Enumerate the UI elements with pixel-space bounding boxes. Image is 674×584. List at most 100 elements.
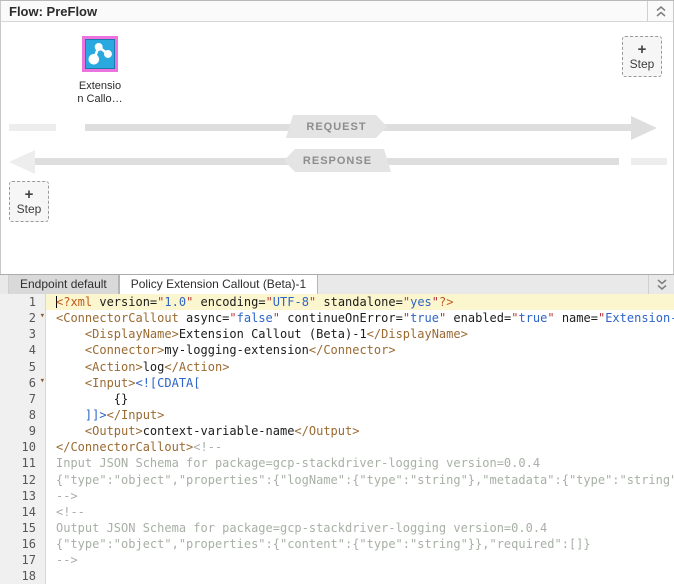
- add-step-button-request[interactable]: + Step: [622, 36, 662, 77]
- fold-toggle-icon[interactable]: ▾: [40, 376, 45, 386]
- gutter-cell: 7: [0, 391, 46, 407]
- code-line-content: Output JSON Schema for package=gcp-stack…: [46, 520, 674, 536]
- line-number: 1: [29, 295, 36, 309]
- code-line-content: -->: [46, 552, 674, 568]
- gutter-cell: 18: [0, 568, 46, 584]
- gutter-cell: 10: [0, 439, 46, 455]
- line-number: 12: [22, 473, 36, 487]
- code-line: 13 -->: [0, 488, 674, 504]
- gutter-cell: 8: [0, 407, 46, 423]
- line-number: 17: [22, 553, 36, 567]
- share-nodes-icon: [85, 39, 115, 69]
- policy-label-line1: Extensio: [79, 80, 121, 92]
- gutter-cell: 12: [0, 472, 46, 488]
- code-line-content: {"type":"object","properties":{"content"…: [46, 536, 674, 552]
- line-number: 16: [22, 537, 36, 551]
- tab-policy-extension-callout[interactable]: Policy Extension Callout (Beta)-1: [119, 275, 318, 294]
- gutter-cell: 14: [0, 504, 46, 520]
- code-line-content: [46, 568, 674, 584]
- code-line-content: <DisplayName>Extension Callout (Beta)-1<…: [46, 326, 674, 342]
- request-arrowhead-icon: [631, 116, 657, 140]
- line-number: 13: [22, 489, 36, 503]
- code-line: 7 {}: [0, 391, 674, 407]
- line-number: 8: [29, 408, 36, 422]
- code-line-content: {"type":"object","properties":{"logName"…: [46, 472, 674, 488]
- code-line-content: <!--: [46, 504, 674, 520]
- double-chevron-up-icon: [655, 5, 667, 18]
- gutter-cell: 6▾: [0, 375, 46, 391]
- policy-label-line2: n Callo…: [77, 93, 122, 105]
- double-chevron-down-icon: [656, 278, 668, 291]
- line-number: 5: [29, 360, 36, 374]
- request-bar-stub: [9, 124, 56, 131]
- gutter-cell: 9: [0, 423, 46, 439]
- line-number: 18: [22, 569, 36, 583]
- apigee-flow-editor: Flow: PreFlow: [0, 0, 674, 584]
- title-bar-actions: [647, 1, 673, 21]
- gutter-cell: 11: [0, 455, 46, 471]
- code-line: 10 </ConnectorCallout><!--: [0, 439, 674, 455]
- line-number: 11: [22, 456, 36, 470]
- code-line: 1 <?xml version="1.0" encoding="UTF-8" st…: [0, 294, 674, 310]
- line-number: 9: [29, 424, 36, 438]
- plus-icon: +: [25, 187, 34, 202]
- code-line-content: {}: [46, 391, 674, 407]
- code-line-content: -->: [46, 488, 674, 504]
- code-line: 4 <Connector>my-logging-extension</Conne…: [0, 342, 674, 358]
- code-line-content: <ConnectorCallout async="false" continue…: [46, 310, 674, 326]
- code-line-content: </ConnectorCallout><!--: [46, 439, 674, 455]
- gutter-cell: 5: [0, 359, 46, 375]
- extension-callout-policy-icon: [82, 36, 118, 72]
- plus-icon: +: [638, 42, 647, 57]
- code-line: 15 Output JSON Schema for package=gcp-sta…: [0, 520, 674, 536]
- policy-node-extension-callout[interactable]: Extensio n Callo…: [68, 36, 132, 106]
- code-line: 8 ]]></Input>: [0, 407, 674, 423]
- expand-panel-button[interactable]: [649, 275, 674, 294]
- line-number: 15: [22, 521, 36, 535]
- line-number: 3: [29, 327, 36, 341]
- step-label: Step: [17, 202, 42, 216]
- code-line: 9 <Output>context-variable-name</Output>: [0, 423, 674, 439]
- code-line: 12 {"type":"object","properties":{"logNam…: [0, 472, 674, 488]
- fold-toggle-icon[interactable]: ▾: [40, 311, 45, 321]
- tab-endpoint-default[interactable]: Endpoint default: [8, 275, 119, 294]
- code-editor[interactable]: 1 <?xml version="1.0" encoding="UTF-8" st…: [0, 294, 674, 584]
- collapse-panel-button[interactable]: [648, 1, 673, 21]
- code-line-content: <Action>log</Action>: [46, 359, 674, 375]
- code-line: 5 <Action>log</Action>: [0, 359, 674, 375]
- gutter-cell: 1: [0, 294, 46, 310]
- response-arrowhead-icon: [9, 150, 35, 174]
- editor-tabs: Endpoint defaultPolicy Extension Callout…: [0, 275, 318, 294]
- code-line: 2▾<ConnectorCallout async="false" contin…: [0, 310, 674, 326]
- gutter-cell: 4: [0, 342, 46, 358]
- line-number: 6: [29, 376, 36, 390]
- editor-tab-bar: Endpoint defaultPolicy Extension Callout…: [0, 274, 674, 294]
- gutter-cell: 2▾: [0, 310, 46, 326]
- code-line-content: ]]></Input>: [46, 407, 674, 423]
- gutter-cell: 16: [0, 536, 46, 552]
- code-line: 3 <DisplayName>Extension Callout (Beta)-…: [0, 326, 674, 342]
- tab-bar-actions: [648, 275, 674, 294]
- code-line-content: Input JSON Schema for package=gcp-stackd…: [46, 455, 674, 471]
- code-line-content: <?xml version="1.0" encoding="UTF-8" sta…: [46, 294, 674, 310]
- flow-title: Flow: PreFlow: [9, 4, 97, 19]
- add-step-button-response[interactable]: + Step: [9, 181, 49, 222]
- flow-title-bar: Flow: PreFlow: [0, 1, 674, 22]
- step-label: Step: [630, 57, 655, 71]
- code-line-content: <Connector>my-logging-extension</Connect…: [46, 342, 674, 358]
- line-number: 10: [22, 440, 36, 454]
- code-line: 11 Input JSON Schema for package=gcp-stac…: [0, 455, 674, 471]
- flow-canvas: Extensio n Callo… + Step REQUEST RESPONS…: [0, 22, 674, 274]
- response-bar-stub: [631, 158, 667, 165]
- code-line: 17 -->: [0, 552, 674, 568]
- policy-label: Extensio n Callo…: [68, 80, 132, 106]
- code-line-content: <Input><![CDATA[: [46, 375, 674, 391]
- line-number: 7: [29, 392, 36, 406]
- line-number: 14: [22, 505, 36, 519]
- code-line: 6▾ <Input><![CDATA[: [0, 375, 674, 391]
- line-number: 2: [29, 311, 36, 325]
- code-line: 18: [0, 568, 674, 584]
- gutter-cell: 17: [0, 552, 46, 568]
- line-number: 4: [29, 343, 36, 357]
- code-line: 14 <!--: [0, 504, 674, 520]
